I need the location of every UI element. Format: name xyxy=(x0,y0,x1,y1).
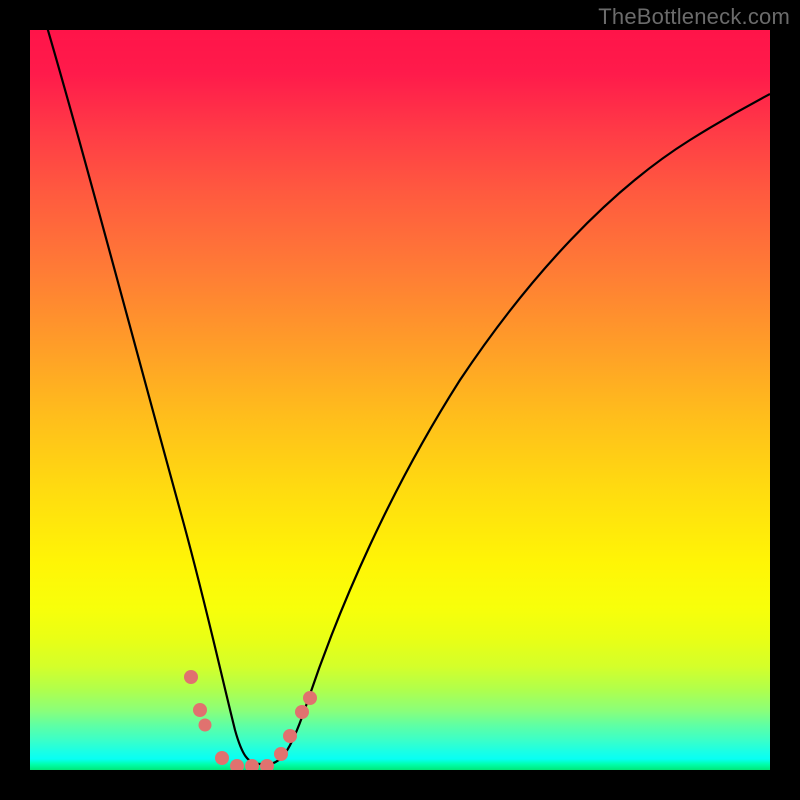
bottleneck-curve xyxy=(30,30,770,764)
chart-frame: TheBottleneck.com xyxy=(0,0,800,800)
chart-svg xyxy=(30,30,770,770)
curve-dots xyxy=(184,670,317,770)
watermark-text: TheBottleneck.com xyxy=(598,4,790,30)
chart-plot-area xyxy=(30,30,770,770)
